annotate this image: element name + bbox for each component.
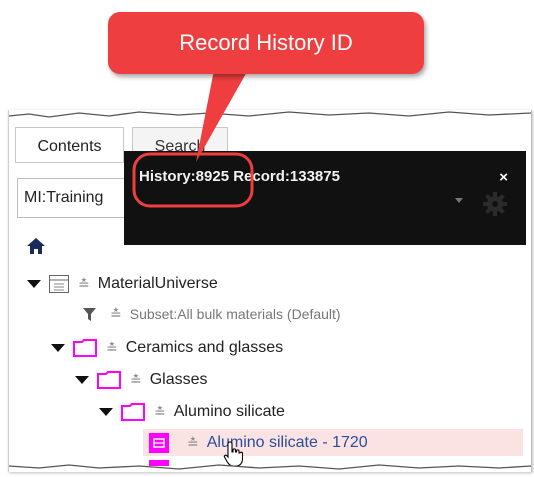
record-history-id-callout: Record History ID (108, 12, 424, 74)
